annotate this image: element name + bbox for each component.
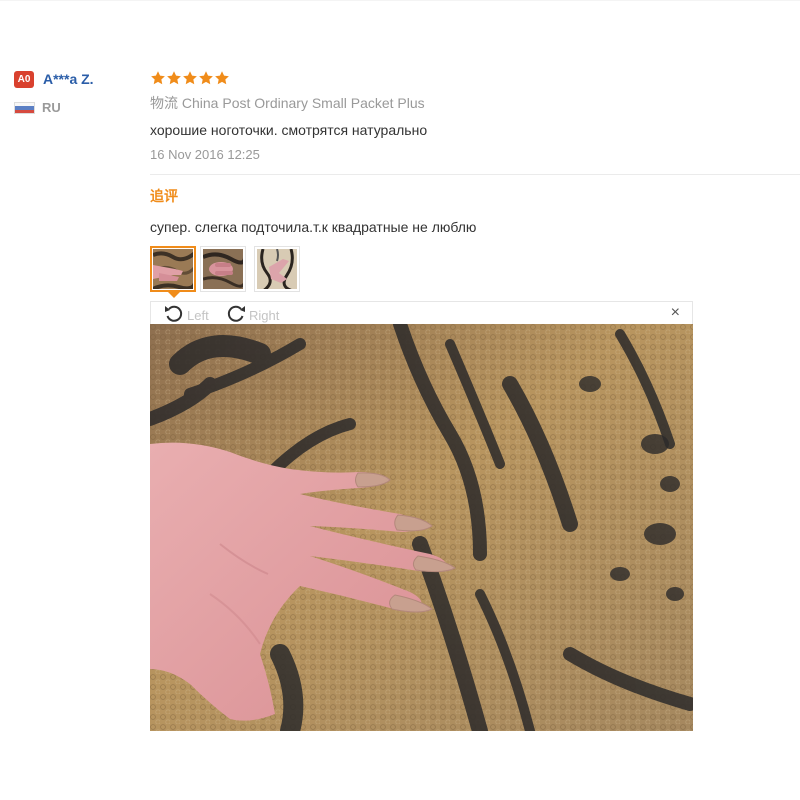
russia-flag-icon [14,102,35,114]
star-rating [150,70,230,86]
star-icon [215,71,229,85]
rotate-right-label: Right [249,307,280,323]
shipping-method: China Post Ordinary Small Packet Plus [181,95,425,111]
active-thumbnail-indicator [168,292,180,298]
buyer-name: A***a Z. [43,71,94,87]
section-divider [150,174,800,175]
star-icon [151,71,165,85]
shipping-info: 物流 China Post Ordinary Small Packet Plus [150,94,425,112]
photo-viewer: Left Right × [150,301,693,731]
shipping-label: 物流 [150,95,178,111]
star-icon [199,71,213,85]
viewer-toolbar: Left Right × [150,301,693,324]
star-icon [183,71,197,85]
rotate-left-label: Left [187,307,209,323]
additional-feedback-title: 追评 [150,188,178,204]
additional-feedback-text: супер. слегка подточила.т.к квадратные н… [150,219,477,235]
photo-thumbnail-3[interactable] [254,246,300,292]
review-date: 16 Nov 2016 12:25 [150,147,260,162]
star-icon [167,71,181,85]
buyer-level-badge: A0 [14,71,34,88]
review-text: хорошие ноготочки. смотрятся натурально [150,122,428,138]
photo-thumbnail-2[interactable] [200,246,246,292]
photo-thumbnail-1[interactable] [150,246,196,292]
close-icon[interactable]: × [671,304,680,322]
top-divider [0,0,800,1]
buyer-country: RU [42,100,61,115]
review-photo [150,324,693,731]
